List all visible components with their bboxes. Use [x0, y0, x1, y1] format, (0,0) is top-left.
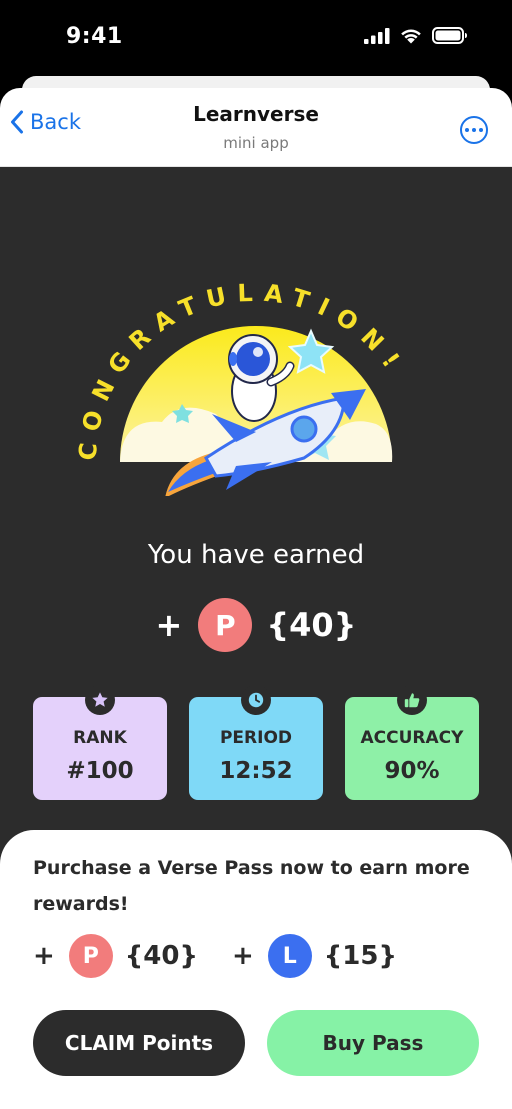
wifi-icon [401, 29, 421, 44]
page-title: Learnverse [193, 102, 319, 126]
accuracy-value: 90% [384, 758, 440, 784]
accuracy-label: ACCURACY [360, 728, 464, 748]
clock-icon [241, 685, 271, 715]
learn-coin-icon: L [267, 934, 312, 978]
verse-pass-panel: Purchase a Verse Pass now to earn more r… [0, 830, 512, 1109]
star-icon [85, 685, 115, 715]
congratulation-illustration: CONGRATULATION! [76, 279, 401, 496]
rank-value: #100 [66, 758, 134, 784]
pass-learn-value: {15} [323, 941, 397, 971]
more-options-button[interactable] [460, 116, 488, 144]
period-value: 12:52 [219, 758, 293, 784]
verse-pass-promo: Purchase a Verse Pass now to earn more r… [33, 857, 470, 915]
status-icons [364, 27, 468, 44]
period-label: PERIOD [219, 728, 293, 748]
earned-points: + P {40} [0, 598, 512, 652]
points-coin-icon: P [68, 934, 113, 978]
cellular-signal-icon [364, 27, 390, 44]
page-subtitle: mini app [223, 134, 289, 152]
status-bar: 9:41 [0, 0, 512, 78]
status-time: 9:41 [66, 24, 123, 49]
period-card: PERIOD 12:52 [189, 685, 323, 800]
rank-label: RANK [73, 728, 127, 748]
buy-pass-button[interactable]: Buy Pass [267, 1010, 479, 1076]
thumbs-up-icon [397, 685, 427, 715]
earned-label: You have earned [147, 540, 365, 570]
plus-sign: + [33, 941, 55, 971]
plus-sign: + [155, 606, 183, 644]
points-coin-icon: P [198, 598, 253, 652]
claim-points-button[interactable]: CLAIM Points [33, 1010, 245, 1076]
pass-points-value: {40} [124, 941, 198, 971]
navigation-bar: Back Learnverse mini app [0, 88, 512, 167]
battery-icon [432, 27, 467, 44]
accuracy-card: ACCURACY 90% [345, 685, 479, 800]
rank-card: RANK #100 [33, 685, 167, 800]
earned-points-value: {40} [266, 606, 357, 644]
plus-sign: + [232, 941, 254, 971]
verse-pass-rewards: + P {40} + L {15} [33, 934, 397, 978]
mini-app-sheet: Back Learnverse mini app CONGRATULATION!… [0, 88, 512, 1109]
